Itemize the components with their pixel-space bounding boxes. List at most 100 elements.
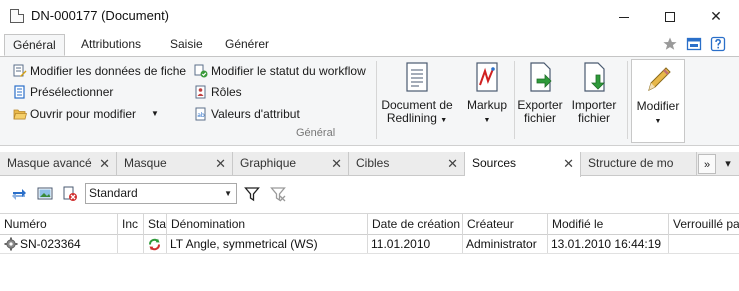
help-icon[interactable] xyxy=(710,36,726,52)
clear-filter-icon[interactable] xyxy=(270,186,286,202)
folder-open-icon xyxy=(13,109,27,120)
tab-label: Cibles xyxy=(356,156,390,170)
close-icon[interactable]: ✕ xyxy=(563,152,574,175)
close-icon[interactable]: ✕ xyxy=(215,152,226,175)
attribute-values-icon: ab xyxy=(195,107,206,121)
chevron-down-icon: ▼ xyxy=(654,118,662,125)
view-filter-value: Standard xyxy=(89,186,138,200)
column-header-denomination[interactable]: Dénomination xyxy=(167,214,368,235)
open-for-edit-dropdown[interactable]: Ouvrir pour modifier ▼ xyxy=(13,104,163,124)
preselect-label: Présélectionner xyxy=(30,85,114,99)
cell-status xyxy=(144,235,167,253)
tab-label: Sources xyxy=(472,156,517,170)
refresh-icon[interactable] xyxy=(11,186,27,202)
window-layout-icon[interactable] xyxy=(686,36,702,52)
markup-label: Markup xyxy=(466,98,507,112)
import-file-label-line2: fichier xyxy=(577,111,610,125)
pencil-icon xyxy=(648,67,671,91)
tab-list-dropdown[interactable]: ▾ xyxy=(719,154,737,174)
cell-locked-by xyxy=(669,235,739,253)
open-for-edit-label: Ouvrir pour modifier xyxy=(30,107,137,121)
column-header-creator[interactable]: Créateur xyxy=(463,214,548,235)
document-redlining-icon xyxy=(406,62,428,92)
document-redlining-button[interactable]: Document de Redlining ▼ xyxy=(378,59,456,129)
tab-label: Graphique xyxy=(240,156,297,170)
table-row[interactable]: SN-023364 LT Angle, symmetrical (WS) 11.… xyxy=(0,235,739,254)
close-icon[interactable]: ✕ xyxy=(447,152,458,175)
column-header-locked-by[interactable]: Verrouillé pa xyxy=(669,214,739,235)
cell-inc xyxy=(118,235,144,253)
roles-icon xyxy=(195,85,206,99)
sources-toolbar: Standard ▼ xyxy=(0,177,739,210)
ribbon-separator xyxy=(627,61,628,139)
close-icon: ✕ xyxy=(710,8,722,24)
column-header-status[interactable]: Sta xyxy=(144,214,167,235)
cell-creator: Administrator xyxy=(463,235,548,253)
ribbon-tab-general[interactable]: Général xyxy=(4,34,65,56)
tab-mask[interactable]: Masque ✕ xyxy=(117,152,233,176)
delete-link-icon[interactable] xyxy=(62,186,78,202)
roles-label: Rôles xyxy=(211,85,242,99)
ribbon-tab-generer[interactable]: Générer xyxy=(217,34,277,56)
tab-overflow-button[interactable]: » xyxy=(698,154,716,174)
chevron-down-icon: ▼ xyxy=(440,117,448,124)
preselect-icon xyxy=(14,85,25,99)
minimize-button[interactable] xyxy=(601,0,647,32)
column-header-creation-date[interactable]: Date de création xyxy=(368,214,463,235)
tab-model-structure[interactable]: Structure de mo xyxy=(581,152,697,176)
document-app-icon xyxy=(10,9,24,23)
ribbon-group-label: Général xyxy=(296,127,336,139)
cell-denomination: LT Angle, symmetrical (WS) xyxy=(167,235,368,253)
export-file-label-line2: fichier xyxy=(523,111,556,125)
image-view-icon[interactable] xyxy=(37,186,53,202)
chevron-down-icon: ▼ xyxy=(483,117,491,124)
markup-button[interactable]: Markup ▼ xyxy=(462,59,512,129)
ribbon-tab-saisie[interactable]: Saisie xyxy=(162,34,211,56)
tab-targets[interactable]: Cibles ✕ xyxy=(349,152,465,176)
column-header-modified[interactable]: Modifié le xyxy=(548,214,669,235)
workflow-cycle-icon xyxy=(149,238,160,251)
tab-label: Structure de mo xyxy=(588,156,674,170)
maximize-button[interactable] xyxy=(647,0,693,32)
ribbon-tab-strip: Général Attributions Saisie Générer xyxy=(0,32,739,56)
export-file-icon xyxy=(530,62,552,92)
chevron-down-icon: ▼ xyxy=(224,189,232,198)
tab-label: Masque xyxy=(124,156,167,170)
title-bar: DN-000177 (Document) ✕ xyxy=(0,0,739,32)
close-button[interactable]: ✕ xyxy=(693,0,739,32)
edit-record-icon xyxy=(13,64,27,77)
document-redlining-label-line2: Redlining xyxy=(386,111,437,125)
tab-advanced-mask[interactable]: Masque avancé ✕ xyxy=(0,152,117,176)
cell-number-text: SN-023364 xyxy=(20,237,81,251)
minimize-icon xyxy=(619,16,629,18)
tab-graphic[interactable]: Graphique ✕ xyxy=(233,152,349,176)
close-icon[interactable]: ✕ xyxy=(331,152,342,175)
chevron-down-icon: ▼ xyxy=(151,109,159,118)
import-file-icon xyxy=(584,62,605,92)
modify-label: Modifier xyxy=(636,99,680,113)
window-title: DN-000177 (Document) xyxy=(31,8,170,23)
gear-icon xyxy=(4,237,18,251)
filter-icon[interactable] xyxy=(244,186,260,202)
attribute-values-label: Valeurs d'attribut xyxy=(211,107,300,121)
panel-tab-strip: Masque avancé ✕ Masque ✕ Graphique ✕ Cib… xyxy=(0,152,739,177)
markup-icon xyxy=(476,62,498,92)
view-filter-select[interactable]: Standard ▼ xyxy=(85,183,237,204)
ribbon-panel: Modifier les données de fiche Présélecti… xyxy=(0,56,739,146)
cell-creation-date: 11.01.2010 xyxy=(368,235,463,253)
svg-text:ab: ab xyxy=(197,112,205,119)
tab-sources[interactable]: Sources ✕ xyxy=(465,152,581,177)
favorite-star-icon[interactable] xyxy=(662,36,678,52)
import-file-button[interactable]: Importer fichier xyxy=(567,59,621,129)
grid-header: Numéro Inc Sta Dénomination Date de créa… xyxy=(0,213,739,235)
ribbon-tab-attributions[interactable]: Attributions xyxy=(73,34,149,56)
tab-label: Masque avancé xyxy=(7,156,92,170)
export-file-button[interactable]: Exporter fichier xyxy=(515,59,565,129)
maximize-icon xyxy=(665,12,675,23)
column-header-number[interactable]: Numéro xyxy=(0,214,118,235)
modify-button[interactable]: Modifier ▼ xyxy=(631,59,685,143)
column-header-inc[interactable]: Inc xyxy=(118,214,144,235)
close-icon[interactable]: ✕ xyxy=(99,152,110,175)
workflow-status-icon xyxy=(194,64,208,78)
cell-modified: 13.01.2010 16:44:19 xyxy=(548,235,669,253)
